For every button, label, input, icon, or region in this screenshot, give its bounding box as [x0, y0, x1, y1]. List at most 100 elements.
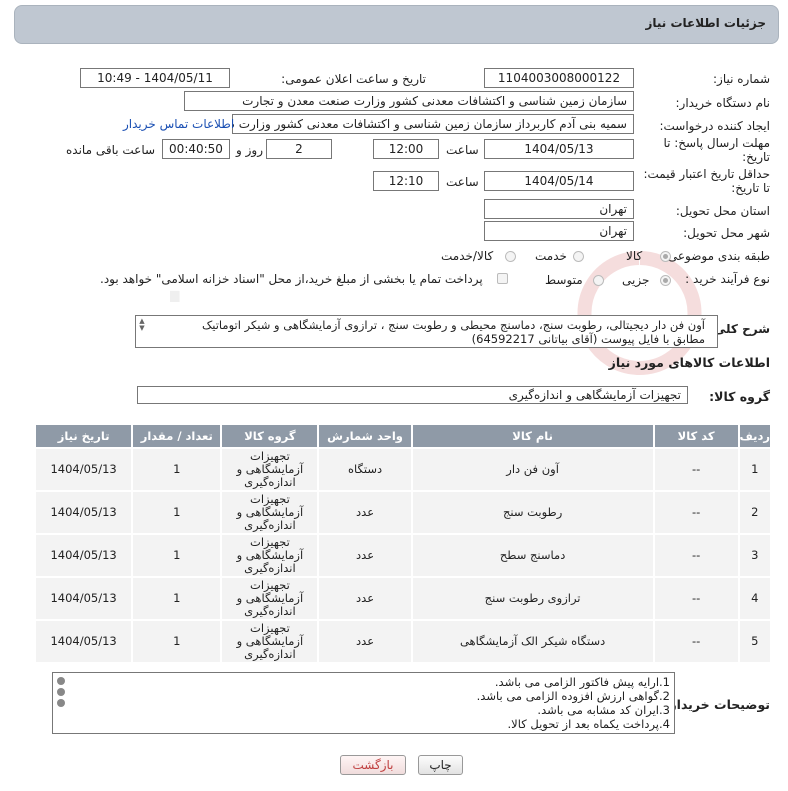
- table-header-row: ردیف کد کالا نام کالا واحد شمارش گروه کا…: [36, 425, 770, 447]
- cell-group: تجهیزات آزمایشگاهی و اندازه‌گیری: [222, 449, 318, 490]
- treasury-note: پرداخت تمام یا بخشی از مبلغ خرید،از محل …: [100, 272, 483, 286]
- reply-deadline-time-label: ساعت: [446, 143, 479, 157]
- buyer-org-field: سازمان زمین شناسی و اکتشافات معدنی کشور …: [184, 91, 634, 111]
- buyer-note-line-1: 1.ارایه پیش فاکتور الزامی می باشد.: [494, 675, 670, 689]
- table-row[interactable]: 1 -- آون فن دار دستگاه تجهیزات آزمایشگاه…: [36, 449, 770, 490]
- print-button[interactable]: چاپ: [418, 755, 463, 775]
- goods-group-label: گروه کالا:: [709, 389, 770, 404]
- process-radio-minor[interactable]: [660, 275, 671, 286]
- category-radio-service[interactable]: [573, 251, 584, 262]
- remaining-time-label: ساعت باقی مانده: [66, 143, 156, 157]
- announce-datetime-field: 1404/05/11 - 10:49: [80, 68, 230, 88]
- items-table-container: ردیف کد کالا نام کالا واحد شمارش گروه کا…: [34, 423, 772, 664]
- col-header-row: ردیف: [739, 425, 770, 447]
- table-row[interactable]: 5 -- دستگاه شیکر الک آزمایشگاهی عدد تجهی…: [36, 621, 770, 662]
- announce-datetime-label: تاریخ و ساعت اعلان عمومی:: [281, 72, 426, 86]
- buyer-note-line-2: 2.گواهی ارزش افزوده الزامی می باشد.: [476, 689, 670, 703]
- category-label: طبقه بندی موضوعی:: [663, 249, 770, 263]
- buyer-contact-link[interactable]: اطلاعات تماس خریدار: [123, 117, 234, 131]
- cell-date: 1404/05/13: [36, 492, 132, 533]
- delivery-province-field: تهران: [484, 199, 634, 219]
- description-line-2: مطابق با فایل پیوست (آقای بیاتانی 645922…: [471, 332, 705, 346]
- category-option-goods-service: کالا/خدمت: [441, 249, 494, 263]
- cell-qty: 1: [133, 578, 221, 619]
- need-number-field: 1104003008000122: [484, 68, 634, 88]
- reply-deadline-date-field: 1404/05/13: [484, 139, 634, 159]
- price-validity-label-1: حداقل تاریخ اعتبار قیمت:: [643, 167, 770, 181]
- table-row[interactable]: 4 -- ترازوی رطوبت سنج عدد تجهیزات آزمایش…: [36, 578, 770, 619]
- cell-unit: عدد: [319, 621, 411, 662]
- cell-group: تجهیزات آزمایشگاهی و اندازه‌گیری: [222, 535, 318, 576]
- treasury-checkbox[interactable]: [497, 273, 508, 284]
- delivery-city-label: شهر محل تحویل:: [683, 226, 770, 240]
- cell-unit: عدد: [319, 578, 411, 619]
- purchase-process-label: نوع فرآیند خرید :: [685, 272, 770, 286]
- process-radio-medium[interactable]: [593, 275, 604, 286]
- page-title: جزئیات اطلاعات نیاز: [645, 16, 766, 30]
- cell-qty: 1: [133, 449, 221, 490]
- cell-qty: 1: [133, 535, 221, 576]
- cell-unit: عدد: [319, 492, 411, 533]
- col-header-group: گروه کالا: [222, 425, 318, 447]
- price-validity-date-field: 1404/05/14: [484, 171, 634, 191]
- description-scroll-arrows[interactable]: ▲ ▼: [137, 318, 147, 332]
- goods-group-field: تجهیزات آزمایشگاهی و اندازه‌گیری: [137, 386, 688, 404]
- cell-date: 1404/05/13: [36, 578, 132, 619]
- description-textarea[interactable]: آون فن دار دیجیتالی، رطوبت سنج، دماسنج م…: [135, 315, 718, 348]
- cell-name: آون فن دار: [412, 449, 653, 490]
- cell-unit: عدد: [319, 535, 411, 576]
- price-validity-time-label: ساعت: [446, 175, 479, 189]
- buyer-org-label: نام دستگاه خریدار:: [675, 96, 771, 110]
- price-validity-time-field: 12:10: [373, 171, 439, 191]
- reply-deadline-label-1: مهلت ارسال پاسخ: تا: [663, 136, 770, 150]
- cell-group: تجهیزات آزمایشگاهی و اندازه‌گیری: [222, 621, 318, 662]
- cell-group: تجهیزات آزمایشگاهی و اندازه‌گیری: [222, 578, 318, 619]
- col-header-date: تاریخ نیاز: [36, 425, 132, 447]
- reply-deadline-label-2: تاریخ:: [742, 150, 770, 164]
- reply-deadline-days-label: روز و: [236, 143, 263, 157]
- category-radio-goods[interactable]: [660, 251, 671, 262]
- cell-name: دستگاه شیکر الک آزمایشگاهی: [412, 621, 653, 662]
- col-header-name: نام کالا: [412, 425, 653, 447]
- reply-deadline-days-field: 2: [266, 139, 332, 159]
- cell-code: --: [654, 492, 738, 533]
- cell-code: --: [654, 621, 738, 662]
- col-header-qty: تعداد / مقدار: [133, 425, 221, 447]
- cell-name: رطوبت سنج: [412, 492, 653, 533]
- cell-code: --: [654, 449, 738, 490]
- requester-label: ایجاد کننده درخواست:: [659, 119, 770, 133]
- cell-name: ترازوی رطوبت سنج: [412, 578, 653, 619]
- category-radio-goods-service[interactable]: [505, 251, 516, 262]
- table-row[interactable]: 3 -- دماسنج سطح عدد تجهیزات آزمایشگاهی و…: [36, 535, 770, 576]
- buyer-notes-scrollbar[interactable]: [57, 677, 65, 707]
- page-header: جزئیات اطلاعات نیاز: [14, 5, 779, 44]
- cell-date: 1404/05/13: [36, 621, 132, 662]
- buyer-notes-label: توضیحات خریدار:: [664, 697, 770, 712]
- cell-unit: دستگاه: [319, 449, 411, 490]
- remaining-time-field: 00:40:50: [162, 139, 230, 159]
- cell-group: تجهیزات آزمایشگاهی و اندازه‌گیری: [222, 492, 318, 533]
- buyer-note-line-4: 4.پرداخت یکماه بعد از تحویل کالا.: [507, 717, 670, 731]
- table-row[interactable]: 2 -- رطوبت سنج عدد تجهیزات آزمایشگاهی و …: [36, 492, 770, 533]
- category-option-service: خدمت: [535, 249, 567, 263]
- col-header-code: کد کالا: [654, 425, 738, 447]
- goods-section-title: اطلاعات کالاهای مورد نیاز: [608, 355, 770, 370]
- buyer-note-line-3: 3.ایران کد مشابه می باشد.: [537, 703, 670, 717]
- cell-date: 1404/05/13: [36, 535, 132, 576]
- reply-deadline-time-field: 12:00: [373, 139, 439, 159]
- cell-row: 4: [739, 578, 770, 619]
- cell-code: --: [654, 535, 738, 576]
- process-option-minor: جزیی: [622, 273, 650, 287]
- delivery-city-field: تهران: [484, 221, 634, 241]
- need-number-label: شماره نیاز:: [713, 72, 770, 86]
- cell-qty: 1: [133, 621, 221, 662]
- buyer-notes-textarea[interactable]: 1.ارایه پیش فاکتور الزامی می باشد. 2.گوا…: [52, 672, 675, 734]
- cell-row: 1: [739, 449, 770, 490]
- cell-row: 5: [739, 621, 770, 662]
- col-header-unit: واحد شمارش: [319, 425, 411, 447]
- requester-field: سمیه بنی آدم کاربرداز سازمان زمین شناسی …: [232, 114, 634, 134]
- description-line-1: آون فن دار دیجیتالی، رطوبت سنج، دماسنج م…: [201, 318, 705, 332]
- cell-name: دماسنج سطح: [412, 535, 653, 576]
- cell-row: 3: [739, 535, 770, 576]
- back-button[interactable]: بازگشت: [340, 755, 406, 775]
